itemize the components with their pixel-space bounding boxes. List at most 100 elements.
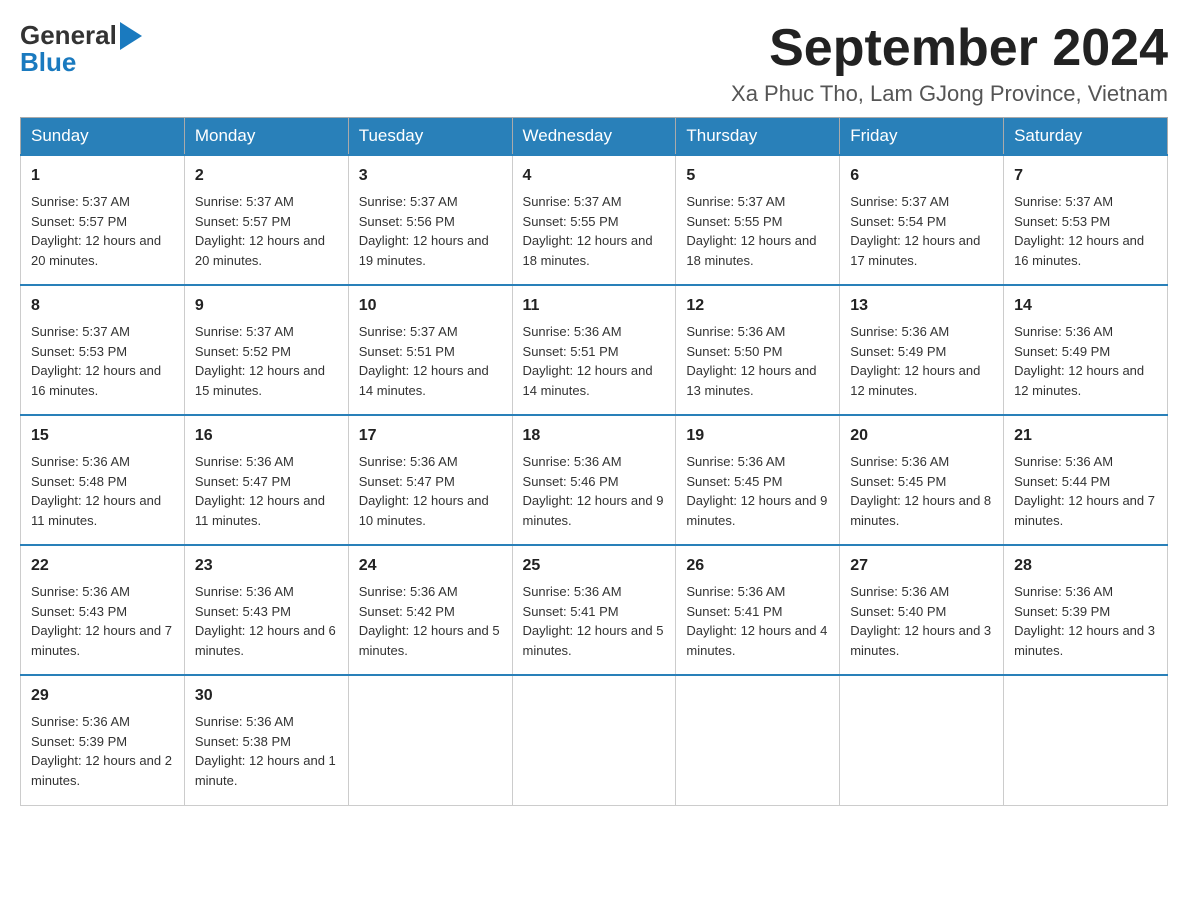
- table-row: 11 Sunrise: 5:36 AM Sunset: 5:51 PM Dayl…: [512, 285, 676, 415]
- day-sunrise: Sunrise: 5:36 AM: [31, 454, 130, 469]
- day-number: 3: [359, 164, 502, 188]
- day-daylight: Daylight: 12 hours and 15 minutes.: [195, 363, 325, 398]
- day-daylight: Daylight: 12 hours and 18 minutes.: [686, 233, 816, 268]
- col-saturday: Saturday: [1004, 118, 1168, 156]
- table-row: 1 Sunrise: 5:37 AM Sunset: 5:57 PM Dayli…: [21, 155, 185, 285]
- table-row: 30 Sunrise: 5:36 AM Sunset: 5:38 PM Dayl…: [184, 675, 348, 805]
- day-sunset: Sunset: 5:44 PM: [1014, 474, 1110, 489]
- table-row: 7 Sunrise: 5:37 AM Sunset: 5:53 PM Dayli…: [1004, 155, 1168, 285]
- day-sunset: Sunset: 5:39 PM: [1014, 604, 1110, 619]
- day-daylight: Daylight: 12 hours and 2 minutes.: [31, 753, 172, 788]
- day-daylight: Daylight: 12 hours and 3 minutes.: [1014, 623, 1155, 658]
- day-sunset: Sunset: 5:43 PM: [31, 604, 127, 619]
- day-number: 2: [195, 164, 338, 188]
- calendar-week-row: 8 Sunrise: 5:37 AM Sunset: 5:53 PM Dayli…: [21, 285, 1168, 415]
- day-number: 28: [1014, 554, 1157, 578]
- day-sunrise: Sunrise: 5:37 AM: [1014, 194, 1113, 209]
- day-sunrise: Sunrise: 5:36 AM: [195, 454, 294, 469]
- day-sunset: Sunset: 5:42 PM: [359, 604, 455, 619]
- day-sunrise: Sunrise: 5:36 AM: [31, 584, 130, 599]
- day-number: 1: [31, 164, 174, 188]
- table-row: 17 Sunrise: 5:36 AM Sunset: 5:47 PM Dayl…: [348, 415, 512, 545]
- day-number: 16: [195, 424, 338, 448]
- table-row: 16 Sunrise: 5:36 AM Sunset: 5:47 PM Dayl…: [184, 415, 348, 545]
- col-sunday: Sunday: [21, 118, 185, 156]
- day-daylight: Daylight: 12 hours and 17 minutes.: [850, 233, 980, 268]
- day-sunrise: Sunrise: 5:36 AM: [523, 324, 622, 339]
- day-daylight: Daylight: 12 hours and 9 minutes.: [523, 493, 664, 528]
- calendar-week-row: 29 Sunrise: 5:36 AM Sunset: 5:39 PM Dayl…: [21, 675, 1168, 805]
- day-sunset: Sunset: 5:54 PM: [850, 214, 946, 229]
- calendar-header-row: Sunday Monday Tuesday Wednesday Thursday…: [21, 118, 1168, 156]
- table-row: 25 Sunrise: 5:36 AM Sunset: 5:41 PM Dayl…: [512, 545, 676, 675]
- day-sunrise: Sunrise: 5:36 AM: [523, 584, 622, 599]
- day-number: 4: [523, 164, 666, 188]
- day-number: 20: [850, 424, 993, 448]
- day-sunset: Sunset: 5:56 PM: [359, 214, 455, 229]
- day-sunrise: Sunrise: 5:36 AM: [1014, 584, 1113, 599]
- day-daylight: Daylight: 12 hours and 12 minutes.: [1014, 363, 1144, 398]
- day-number: 9: [195, 294, 338, 318]
- day-number: 13: [850, 294, 993, 318]
- table-row: 19 Sunrise: 5:36 AM Sunset: 5:45 PM Dayl…: [676, 415, 840, 545]
- day-daylight: Daylight: 12 hours and 3 minutes.: [850, 623, 991, 658]
- day-sunset: Sunset: 5:53 PM: [31, 344, 127, 359]
- day-daylight: Daylight: 12 hours and 5 minutes.: [359, 623, 500, 658]
- day-sunrise: Sunrise: 5:36 AM: [1014, 454, 1113, 469]
- day-sunrise: Sunrise: 5:37 AM: [195, 194, 294, 209]
- day-sunset: Sunset: 5:51 PM: [523, 344, 619, 359]
- day-daylight: Daylight: 12 hours and 19 minutes.: [359, 233, 489, 268]
- day-daylight: Daylight: 12 hours and 12 minutes.: [850, 363, 980, 398]
- day-sunrise: Sunrise: 5:36 AM: [1014, 324, 1113, 339]
- table-row: 15 Sunrise: 5:36 AM Sunset: 5:48 PM Dayl…: [21, 415, 185, 545]
- table-row: 21 Sunrise: 5:36 AM Sunset: 5:44 PM Dayl…: [1004, 415, 1168, 545]
- day-sunrise: Sunrise: 5:37 AM: [31, 324, 130, 339]
- page-header: General Blue September 2024 Xa Phuc Tho,…: [20, 20, 1168, 107]
- day-number: 8: [31, 294, 174, 318]
- table-row: 29 Sunrise: 5:36 AM Sunset: 5:39 PM Dayl…: [21, 675, 185, 805]
- table-row: 26 Sunrise: 5:36 AM Sunset: 5:41 PM Dayl…: [676, 545, 840, 675]
- day-sunset: Sunset: 5:47 PM: [195, 474, 291, 489]
- day-number: 21: [1014, 424, 1157, 448]
- table-row: 8 Sunrise: 5:37 AM Sunset: 5:53 PM Dayli…: [21, 285, 185, 415]
- day-number: 27: [850, 554, 993, 578]
- calendar-table: Sunday Monday Tuesday Wednesday Thursday…: [20, 117, 1168, 806]
- day-sunrise: Sunrise: 5:37 AM: [195, 324, 294, 339]
- table-row: 4 Sunrise: 5:37 AM Sunset: 5:55 PM Dayli…: [512, 155, 676, 285]
- day-number: 19: [686, 424, 829, 448]
- day-number: 6: [850, 164, 993, 188]
- day-daylight: Daylight: 12 hours and 10 minutes.: [359, 493, 489, 528]
- day-number: 15: [31, 424, 174, 448]
- day-daylight: Daylight: 12 hours and 1 minute.: [195, 753, 336, 788]
- table-row: 9 Sunrise: 5:37 AM Sunset: 5:52 PM Dayli…: [184, 285, 348, 415]
- day-sunset: Sunset: 5:50 PM: [686, 344, 782, 359]
- day-number: 25: [523, 554, 666, 578]
- table-row: 14 Sunrise: 5:36 AM Sunset: 5:49 PM Dayl…: [1004, 285, 1168, 415]
- day-sunrise: Sunrise: 5:37 AM: [359, 194, 458, 209]
- day-number: 7: [1014, 164, 1157, 188]
- day-daylight: Daylight: 12 hours and 16 minutes.: [1014, 233, 1144, 268]
- day-sunset: Sunset: 5:45 PM: [686, 474, 782, 489]
- day-daylight: Daylight: 12 hours and 6 minutes.: [195, 623, 336, 658]
- table-row: [676, 675, 840, 805]
- logo-arrow-icon: [120, 22, 142, 50]
- day-sunrise: Sunrise: 5:36 AM: [195, 714, 294, 729]
- day-sunset: Sunset: 5:51 PM: [359, 344, 455, 359]
- day-number: 5: [686, 164, 829, 188]
- day-daylight: Daylight: 12 hours and 11 minutes.: [31, 493, 161, 528]
- day-number: 22: [31, 554, 174, 578]
- table-row: 2 Sunrise: 5:37 AM Sunset: 5:57 PM Dayli…: [184, 155, 348, 285]
- table-row: 13 Sunrise: 5:36 AM Sunset: 5:49 PM Dayl…: [840, 285, 1004, 415]
- table-row: 3 Sunrise: 5:37 AM Sunset: 5:56 PM Dayli…: [348, 155, 512, 285]
- day-number: 24: [359, 554, 502, 578]
- day-sunrise: Sunrise: 5:37 AM: [359, 324, 458, 339]
- day-sunset: Sunset: 5:47 PM: [359, 474, 455, 489]
- month-title: September 2024: [731, 20, 1168, 77]
- day-sunrise: Sunrise: 5:36 AM: [850, 324, 949, 339]
- table-row: 23 Sunrise: 5:36 AM Sunset: 5:43 PM Dayl…: [184, 545, 348, 675]
- day-daylight: Daylight: 12 hours and 11 minutes.: [195, 493, 325, 528]
- day-daylight: Daylight: 12 hours and 7 minutes.: [1014, 493, 1155, 528]
- table-row: [348, 675, 512, 805]
- day-sunrise: Sunrise: 5:37 AM: [523, 194, 622, 209]
- day-sunset: Sunset: 5:41 PM: [686, 604, 782, 619]
